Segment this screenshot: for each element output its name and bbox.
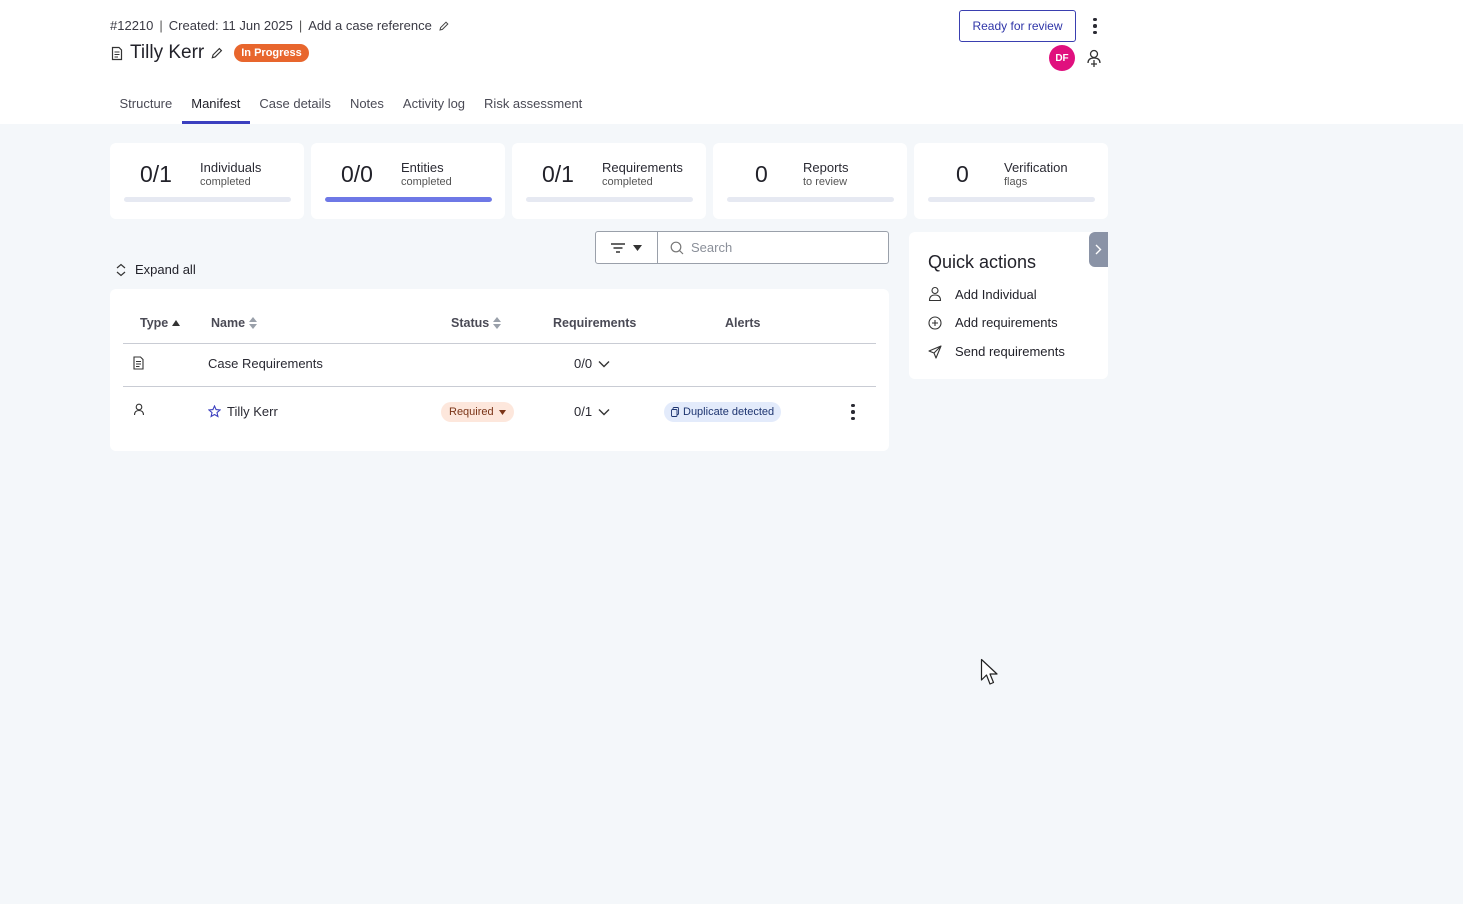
search-icon — [670, 241, 684, 254]
sort-icon — [493, 317, 502, 329]
divider — [123, 343, 876, 344]
column-header-type[interactable]: Type — [140, 316, 181, 330]
progress-bar — [727, 197, 894, 202]
search-input[interactable] — [691, 240, 871, 255]
stat-card-requirements[interactable]: 0/1 Requirements completed — [512, 143, 706, 219]
stat-value: 0/1 — [140, 161, 172, 187]
pencil-icon[interactable] — [438, 20, 450, 32]
progress-bar — [124, 197, 291, 202]
separator: | — [298, 18, 303, 33]
tab-bar: Structure Manifest Case details Notes Ac… — [110, 88, 592, 124]
expand-all-button[interactable]: Expand all — [115, 262, 196, 277]
column-header-alerts: Alerts — [725, 316, 761, 330]
case-meta: #12210 | Created: 11 Jun 2025 | Add a ca… — [110, 18, 450, 33]
sort-icon — [249, 317, 258, 329]
progress-bar — [928, 197, 1095, 202]
mouse-cursor-icon — [980, 658, 998, 685]
chevron-down-icon — [598, 408, 610, 415]
assign-user-icon[interactable] — [1085, 48, 1103, 68]
case-header: #12210 | Created: 11 Jun 2025 | Add a ca… — [0, 0, 1463, 124]
progress-bar — [526, 197, 693, 202]
caret-down-icon — [498, 409, 506, 415]
quick-actions-title: Quick actions — [928, 252, 1037, 272]
status-badge: In Progress — [234, 44, 309, 62]
stat-card-individuals[interactable]: 0/1 Individuals completed — [110, 143, 304, 219]
filter-button[interactable] — [595, 231, 658, 264]
duplicate-alert-badge[interactable]: Duplicate detected — [664, 402, 782, 422]
case-created-date: Created: 11 Jun 2025 — [168, 18, 293, 33]
case-title-row: Tilly Kerr In Progress — [110, 42, 309, 64]
add-case-reference-link[interactable]: Add a case reference — [308, 18, 432, 33]
add-individual-action[interactable]: Add Individual — [928, 286, 1037, 302]
stat-label: Entities completed — [401, 160, 452, 188]
stat-value: 0/0 — [341, 161, 373, 187]
chevron-down-icon — [598, 360, 610, 367]
expand-collapse-icon — [116, 263, 126, 276]
stat-value: 0 — [956, 161, 969, 187]
sort-ascending-icon — [172, 320, 181, 326]
send-icon — [928, 344, 942, 359]
stat-card-verification[interactable]: 0 Verification flags — [914, 143, 1108, 219]
stat-card-reports[interactable]: 0 Reports to review — [713, 143, 907, 219]
row-more-options-icon[interactable] — [845, 402, 861, 422]
star-icon[interactable] — [208, 405, 221, 418]
tab-case-details[interactable]: Case details — [250, 88, 341, 124]
chevron-right-icon — [1095, 244, 1102, 255]
requirements-toggle[interactable]: 0/1 — [574, 404, 610, 419]
add-requirements-action[interactable]: Add requirements — [928, 315, 1058, 330]
row-name[interactable]: Case Requirements — [208, 356, 323, 371]
status-dropdown[interactable]: Required — [441, 402, 514, 422]
send-requirements-action[interactable]: Send requirements — [928, 344, 1065, 359]
caret-down-icon — [633, 244, 642, 251]
stat-value: 0 — [755, 161, 768, 187]
table-row-individual[interactable]: Tilly Kerr — [208, 404, 278, 419]
tab-structure[interactable]: Structure — [110, 88, 182, 124]
edit-title-pencil-icon[interactable] — [210, 46, 224, 60]
filter-icon — [611, 242, 625, 253]
ready-for-review-button[interactable]: Ready for review — [959, 10, 1076, 42]
stat-label: Individuals completed — [200, 160, 262, 188]
search-field[interactable] — [657, 231, 889, 264]
person-icon — [133, 403, 145, 416]
divider — [123, 386, 876, 387]
stat-value: 0/1 — [542, 161, 574, 187]
document-icon — [133, 356, 144, 370]
manifest-table: Type Name Status Requirements Alerts Cas… — [110, 289, 889, 451]
page-title: Tilly Kerr — [130, 42, 205, 63]
progress-bar — [325, 197, 492, 202]
collapse-panel-button[interactable] — [1089, 232, 1108, 267]
expand-all-label: Expand all — [135, 262, 196, 277]
column-header-requirements: Requirements — [553, 316, 637, 330]
tab-manifest[interactable]: Manifest — [181, 88, 250, 124]
requirements-toggle[interactable]: 0/0 — [574, 356, 610, 371]
avatar[interactable]: DF — [1049, 45, 1075, 71]
copy-icon — [671, 407, 679, 417]
document-icon — [111, 46, 123, 60]
more-options-icon[interactable] — [1085, 15, 1105, 37]
row-name: Tilly Kerr — [227, 404, 278, 419]
tab-activity-log[interactable]: Activity log — [393, 88, 474, 124]
stat-label: Verification flags — [1004, 160, 1068, 188]
stat-card-entities[interactable]: 0/0 Entities completed — [311, 143, 505, 219]
tab-notes[interactable]: Notes — [340, 88, 393, 124]
column-header-status[interactable]: Status — [451, 316, 502, 330]
stat-label: Requirements completed — [602, 160, 683, 188]
tab-risk-assessment[interactable]: Risk assessment — [475, 88, 592, 124]
plus-circle-icon — [928, 315, 942, 330]
quick-actions-panel: Quick actions Add Individual Add require… — [909, 232, 1108, 379]
case-id: #12210 — [110, 18, 154, 33]
stat-label: Reports to review — [803, 160, 849, 188]
column-header-name[interactable]: Name — [211, 316, 258, 330]
separator: | — [159, 18, 163, 33]
add-person-icon — [928, 286, 942, 302]
